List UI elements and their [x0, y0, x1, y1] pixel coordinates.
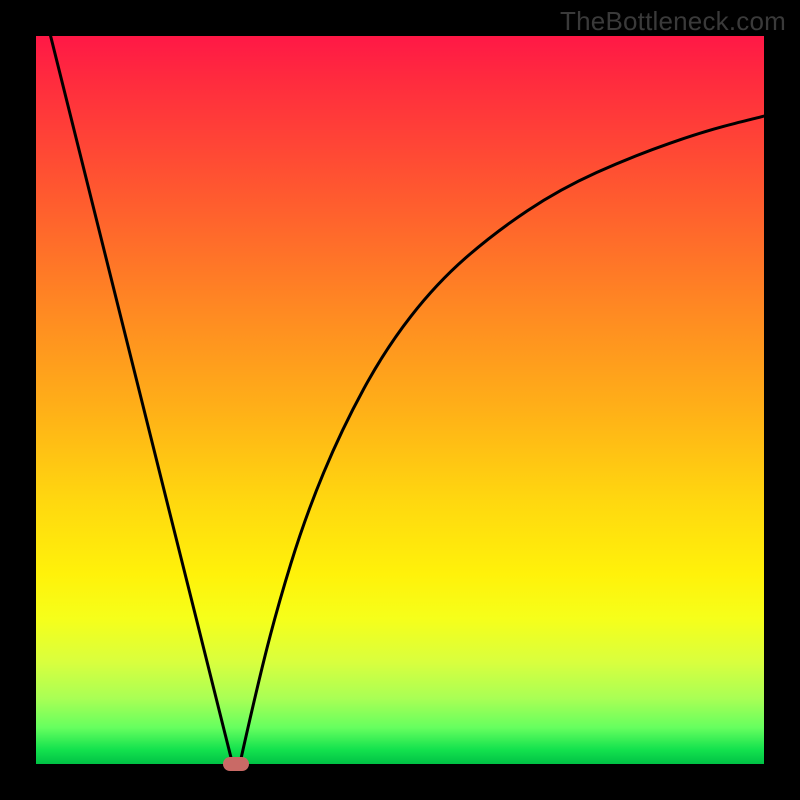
optimal-point-marker [223, 757, 249, 771]
curve-left-branch [51, 36, 233, 764]
curve-right-branch [240, 116, 764, 764]
plot-area [36, 36, 764, 764]
chart-frame: TheBottleneck.com [0, 0, 800, 800]
bottleneck-curve [36, 36, 764, 764]
watermark-text: TheBottleneck.com [560, 6, 786, 37]
